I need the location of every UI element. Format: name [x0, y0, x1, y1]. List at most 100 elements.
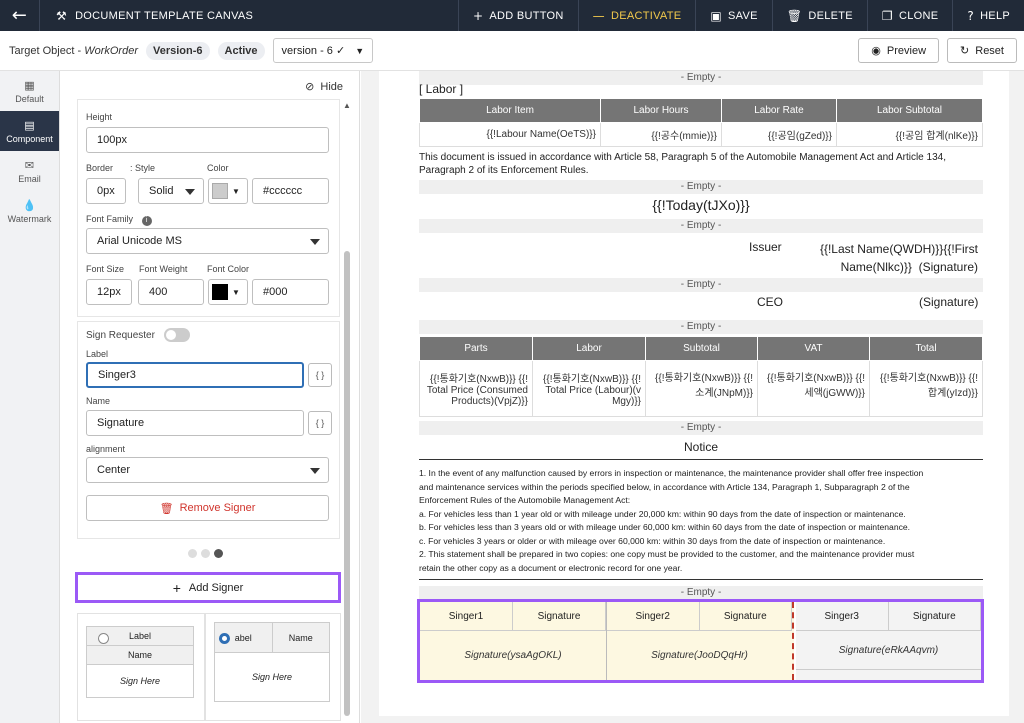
- font-color-label: Font Color: [207, 264, 250, 274]
- panel-scrollbar[interactable]: ▲: [343, 101, 351, 721]
- today-field: {{!Today(tJXo)}}: [652, 197, 750, 213]
- empty-section[interactable]: - Empty -: [419, 71, 983, 85]
- save-button[interactable]: ▣ SAVE: [695, 0, 771, 31]
- hide-button[interactable]: ⊘ Hide: [305, 80, 343, 93]
- eye-icon: ◉: [871, 44, 881, 57]
- version-select[interactable]: version - 6 ✓ ▼: [272, 38, 374, 63]
- signer-template-horizontal[interactable]: abel Name Sign Here: [205, 613, 341, 721]
- braces-icon: { }: [315, 370, 325, 380]
- scroll-up-icon[interactable]: ▲: [343, 101, 351, 110]
- insert-field-button[interactable]: { }: [308, 363, 332, 387]
- font-family-select[interactable]: Arial Unicode MS: [86, 228, 329, 254]
- target-object: Target Object - WorkOrder: [9, 44, 138, 57]
- scroll-thumb[interactable]: [344, 251, 350, 716]
- signer-block[interactable]: Singer1 Signature Signature(ysaAgOKL): [420, 602, 607, 680]
- border-label: Border: [86, 163, 114, 173]
- eye-slash-icon: ⊘: [305, 80, 315, 93]
- help-icon: ?: [967, 8, 975, 23]
- font-color-input[interactable]: #000: [252, 279, 329, 305]
- table-cell: {{!통화기호(NxwB)}} {{! 합계(yIzd)}}: [869, 360, 983, 417]
- template-radio-selected[interactable]: [219, 633, 230, 644]
- nav-watermark[interactable]: 💧 Watermark: [0, 191, 59, 231]
- table-cell: {{!통화기호(NxwB)}} {{! 소계(JNpM)}}: [645, 360, 758, 417]
- font-weight-input[interactable]: 400: [138, 279, 204, 305]
- empty-section[interactable]: - Empty -: [419, 180, 983, 194]
- nav-default[interactable]: ▦ Default: [0, 71, 59, 111]
- signer-label-input[interactable]: Singer3: [86, 362, 304, 388]
- signer-name: Signature: [700, 602, 792, 630]
- alignment-select[interactable]: Center: [86, 457, 329, 483]
- reset-button[interactable]: ↻ Reset: [947, 38, 1017, 63]
- signer-template-vertical[interactable]: Label Name Sign Here: [77, 613, 205, 721]
- ceo-signature: (Signature): [919, 295, 979, 309]
- notice-title: Notice: [683, 440, 718, 454]
- left-nav: ▦ Default ▤ Component ✉ Email 💧 Watermark: [0, 71, 60, 723]
- preview-button[interactable]: ◉ Preview: [858, 38, 940, 63]
- remove-signer-button[interactable]: 🗑 Remove Signer: [86, 495, 329, 521]
- height-label: Height: [86, 112, 113, 122]
- table-header: Labor Subtotal: [836, 98, 983, 123]
- magic-wand-icon: ⚒: [56, 8, 68, 23]
- back-button[interactable]: ←: [0, 0, 40, 31]
- empty-section[interactable]: - Empty -: [419, 278, 983, 292]
- empty-section[interactable]: - Empty -: [419, 320, 983, 334]
- table-cell: {{!통화기호(NxwB)}} {{! Total Price (Labour)(…: [532, 360, 646, 417]
- height-input[interactable]: 100px: [86, 127, 329, 153]
- border-color-input[interactable]: #cccccc: [252, 178, 329, 204]
- border-color-swatch[interactable]: ▼: [208, 178, 248, 204]
- clone-button[interactable]: ❐ CLONE: [866, 0, 952, 31]
- table-cell: {{!공임 합계(nlKe)}}: [836, 122, 983, 147]
- style-select[interactable]: Solid: [138, 178, 204, 204]
- mail-icon: ✉: [24, 158, 35, 172]
- dot-active[interactable]: [214, 549, 223, 558]
- color-swatch: [212, 183, 228, 199]
- notice-text: 1. In the event of any malfunction cause…: [419, 468, 924, 573]
- font-size-input[interactable]: 12px: [86, 279, 132, 305]
- document-page: - Empty - [ Labor ] Labor Item Labor Hou…: [379, 71, 1009, 716]
- save-icon: ▣: [710, 8, 723, 23]
- copy-icon: ❐: [881, 8, 893, 23]
- braces-icon: { }: [315, 418, 325, 428]
- nav-component[interactable]: ▤ Component: [0, 111, 59, 151]
- empty-section[interactable]: - Empty -: [419, 586, 983, 600]
- add-signer-button[interactable]: + Add Signer: [75, 572, 341, 603]
- help-button[interactable]: ? HELP: [952, 0, 1024, 31]
- table-cell: {{!통화기호(NxwB)}} {{! 세액(jGWW)}}: [757, 360, 870, 417]
- font-color-swatch[interactable]: ▼: [208, 279, 248, 305]
- info-icon: i: [141, 216, 152, 226]
- font-family-label: Font Family i: [86, 214, 152, 226]
- dot[interactable]: [201, 549, 210, 558]
- border-input[interactable]: 0px: [86, 178, 126, 204]
- name-label: Name: [86, 396, 111, 406]
- template-radio[interactable]: [98, 633, 109, 644]
- labor-table[interactable]: Labor Item Labor Hours Labor Rate Labor …: [419, 98, 983, 147]
- table-header: Labor Rate: [721, 98, 837, 123]
- ceo-label: CEO: [757, 295, 784, 309]
- signer-label: Singer1: [420, 602, 513, 630]
- empty-section[interactable]: - Empty -: [419, 421, 983, 435]
- dot[interactable]: [188, 549, 197, 558]
- top-actions: + ADD BUTTON — DEACTIVATE ▣ SAVE 🗑 DELETE ❐ C…: [457, 0, 1024, 31]
- signer-section[interactable]: Singer1 Signature Signature(ysaAgOKL) Sin…: [417, 599, 984, 683]
- empty-section[interactable]: - Empty -: [419, 219, 983, 233]
- drop-icon: 💧: [22, 198, 37, 212]
- deactivate-button[interactable]: — DEACTIVATE: [577, 0, 696, 31]
- delete-button[interactable]: 🗑 DELETE: [771, 0, 867, 31]
- signer-block[interactable]: Singer2 Signature Signature(JooDQqHr): [607, 602, 794, 680]
- signer-name-input[interactable]: Signature: [86, 410, 304, 436]
- nav-email[interactable]: ✉ Email: [0, 151, 59, 191]
- style-label: : Style: [130, 163, 156, 173]
- signature-field[interactable]: Signature(JooDQqHr): [607, 631, 792, 680]
- insert-field-button[interactable]: { }: [308, 411, 332, 435]
- signature-field[interactable]: Signature(ysaAgOKL): [420, 631, 606, 680]
- signature-field[interactable]: Signature(eRkAAqvm): [796, 631, 981, 670]
- sign-requester-toggle[interactable]: [164, 328, 190, 342]
- color-swatch: [212, 284, 228, 300]
- status-badge: Active: [217, 41, 265, 60]
- signer-header: Singer2 Signature: [607, 602, 792, 631]
- add-button-button[interactable]: + ADD BUTTON: [457, 0, 578, 31]
- signer-block[interactable]: Singer3 Signature Signature(eRkAAqvm): [796, 602, 981, 680]
- label-label: Label: [86, 349, 109, 359]
- sign-requester-label: Sign Requester: [86, 330, 155, 341]
- totals-table[interactable]: Parts Labor Subtotal VAT Total {{!통화기호(N…: [419, 336, 983, 417]
